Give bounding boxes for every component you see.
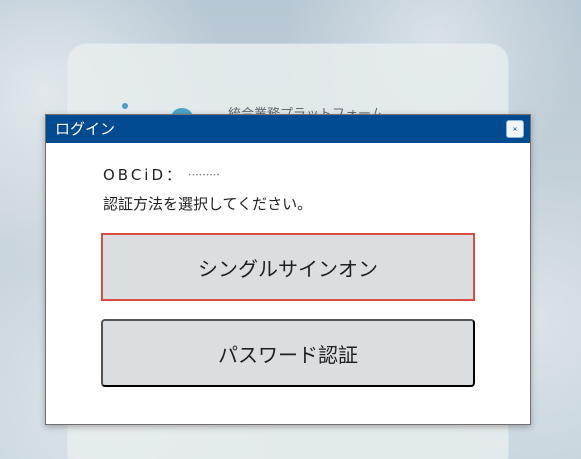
background-logo-dot <box>122 103 128 109</box>
login-dialog: ログイン OBCiD： ••••••••• 認証方法を選択してください。 シング… <box>45 114 531 425</box>
obc-id-label: OBCiD： <box>103 166 185 184</box>
close-button[interactable] <box>506 120 524 138</box>
password-authentication-button[interactable]: パスワード認証 <box>101 319 475 387</box>
dialog-header: ログイン <box>46 115 530 143</box>
close-icon <box>513 127 517 131</box>
dialog-info: OBCiD： ••••••••• 認証方法を選択してください。 <box>103 164 312 214</box>
authentication-instruction: 認証方法を選択してください。 <box>103 195 313 213</box>
dialog-title: ログイン <box>55 120 116 138</box>
obc-id-line: OBCiD： ••••••••• <box>103 164 312 185</box>
obc-id-value: ••••••••• <box>188 172 220 179</box>
single-sign-on-button[interactable]: シングルサインオン <box>101 233 475 301</box>
